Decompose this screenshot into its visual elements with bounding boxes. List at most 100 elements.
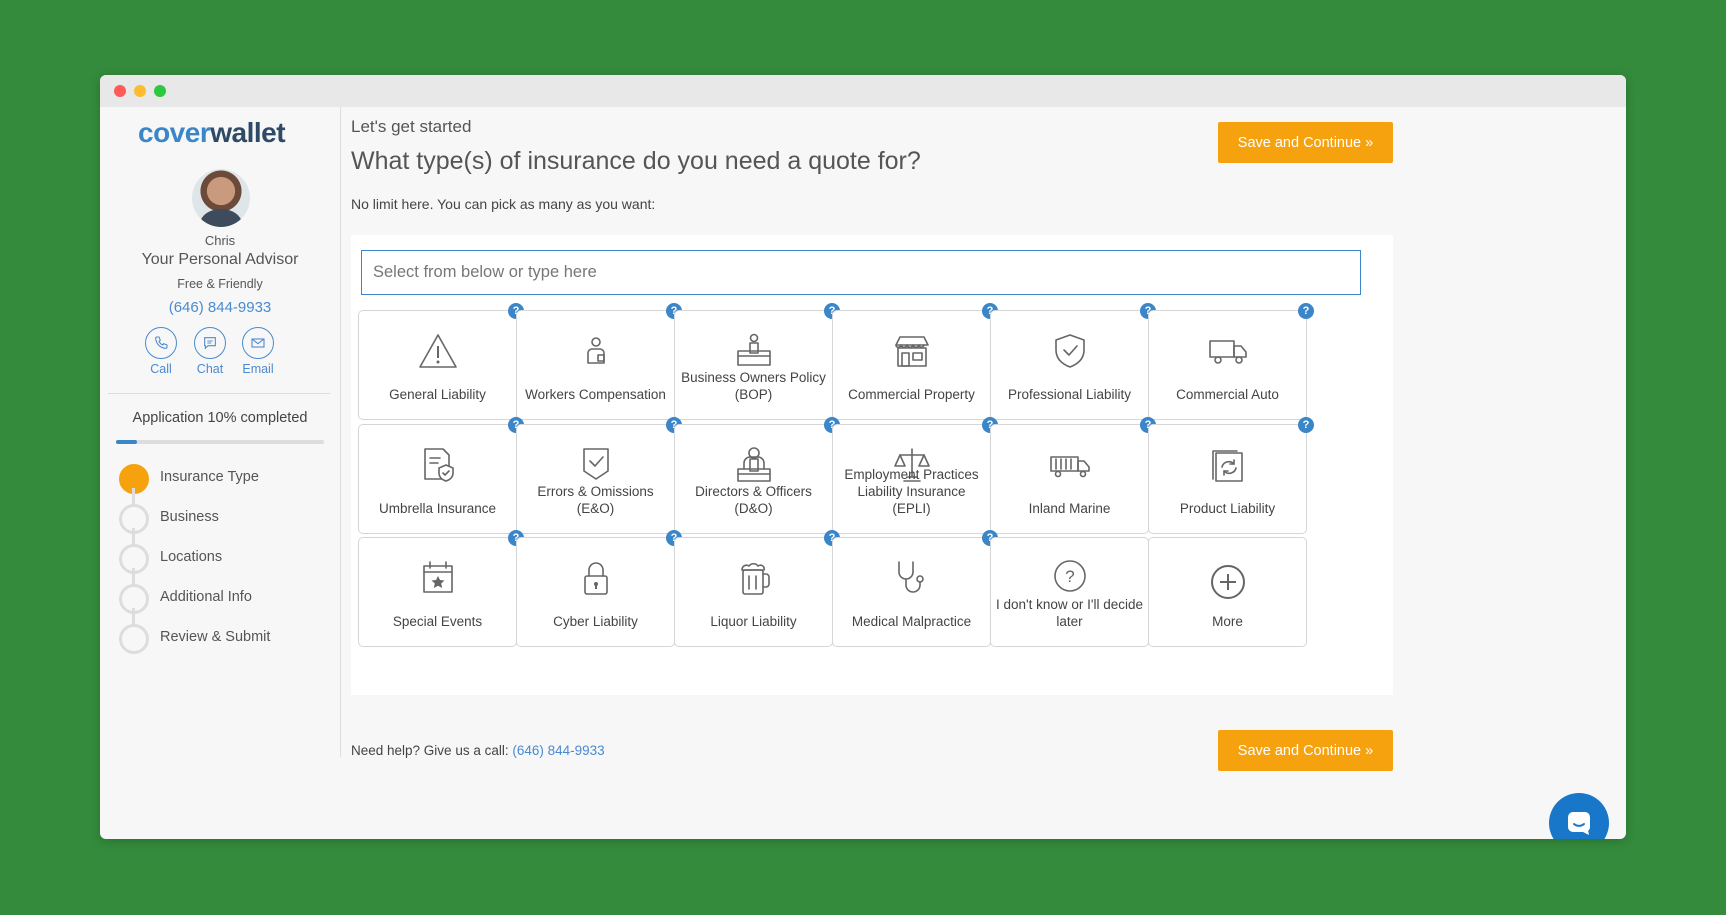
- truck-icon: [1149, 329, 1306, 373]
- warning-icon: [359, 329, 516, 373]
- insurance-option-label: General Liability: [389, 387, 486, 402]
- save-continue-button-top[interactable]: Save and Continue »: [1218, 122, 1393, 163]
- beer-mug-icon: [675, 556, 832, 600]
- sidebar-divider: [108, 393, 330, 394]
- advisor-avatar: [192, 169, 250, 227]
- page-title: What type(s) of insurance do you need a …: [351, 147, 921, 175]
- footer-help-text: Need help? Give us a call:: [351, 743, 513, 758]
- coverwallet-logo[interactable]: coverwallet: [138, 117, 286, 149]
- call-label: Call: [150, 362, 172, 376]
- insurance-option-card[interactable]: Medical Malpractice?: [832, 530, 998, 647]
- phone-icon: [145, 327, 177, 359]
- help-question-icon[interactable]: ?: [1298, 416, 1314, 433]
- insurance-option-label: I don't know or I'll decide later: [996, 597, 1143, 629]
- plus-circle-icon: [1149, 556, 1306, 600]
- logo-part-wallet: wallet: [210, 117, 286, 148]
- insurance-option-label: Employment Practices Liability Insurance…: [844, 466, 979, 516]
- insurance-option-card[interactable]: General Liability?: [358, 303, 524, 420]
- logo-part-cover: cover: [138, 117, 211, 148]
- step-label: Business: [160, 509, 219, 525]
- cargo-truck-icon: [991, 443, 1148, 487]
- advisor-phone-link[interactable]: (646) 844-9933: [100, 299, 340, 316]
- close-window-button[interactable]: [114, 85, 126, 97]
- progress-bar: [116, 440, 324, 444]
- insurance-option-label: Commercial Auto: [1176, 387, 1279, 402]
- business-owner-icon: [675, 329, 832, 373]
- chat-label: Chat: [196, 362, 224, 376]
- main-content: Let's get started What type(s) of insura…: [341, 107, 1393, 771]
- svg-text:?: ?: [1065, 567, 1074, 586]
- shield-check-icon: [991, 329, 1148, 373]
- chat-button[interactable]: Chat: [185, 327, 235, 376]
- badge-check-icon: [517, 443, 674, 487]
- insurance-option-label: Cyber Liability: [553, 614, 638, 629]
- insurance-option-label: Commercial Property: [848, 387, 975, 402]
- minimize-window-button[interactable]: [134, 85, 146, 97]
- insurance-option-label: Business Owners Policy (BOP): [681, 370, 826, 402]
- insurance-option-card[interactable]: Business Owners Policy (BOP)?: [674, 303, 840, 420]
- insurance-option-label: Product Liability: [1179, 500, 1276, 516]
- advisor-tagline: Free & Friendly: [177, 277, 263, 291]
- step-label: Insurance Type: [160, 469, 259, 485]
- insurance-option-card[interactable]: Cyber Liability?: [516, 530, 682, 647]
- page-eyebrow: Let's get started: [351, 117, 472, 136]
- call-button[interactable]: Call: [136, 327, 186, 376]
- browser-window: coverwallet Chris Your Personal Advisor …: [100, 75, 1626, 839]
- insurance-option-card[interactable]: Commercial Property?: [832, 303, 998, 420]
- footer-help: Need help? Give us a call: (646) 844-993…: [351, 743, 605, 758]
- worker-icon: [517, 329, 674, 373]
- lock-icon: [517, 556, 674, 600]
- insurance-option-card[interactable]: More: [1148, 537, 1307, 647]
- email-icon: [242, 327, 274, 359]
- advisor-name: Chris: [204, 233, 236, 248]
- insurance-option-card[interactable]: Employment Practices Liability Insurance…: [832, 416, 998, 534]
- storefront-icon: [833, 329, 990, 373]
- director-icon: [675, 443, 832, 487]
- help-symbol: ?: [1302, 418, 1310, 431]
- insurance-option-card[interactable]: Liquor Liability?: [674, 530, 840, 647]
- email-button[interactable]: Email: [233, 327, 283, 376]
- step-label: Review & Submit: [160, 629, 271, 645]
- chat-bubble-icon: [1568, 812, 1590, 835]
- insurance-option-card[interactable]: Umbrella Insurance?: [358, 416, 524, 534]
- insurance-option-label: Umbrella Insurance: [378, 500, 497, 516]
- email-label: Email: [242, 362, 274, 376]
- help-question-icon[interactable]: ?: [1298, 303, 1314, 319]
- insurance-option-card[interactable]: Product Liability?: [1148, 416, 1314, 534]
- insurance-option-card[interactable]: Directors & Officers (D&O)?: [674, 416, 840, 534]
- insurance-option-card[interactable]: Workers Compensation?: [516, 303, 682, 420]
- question-circle-icon: ?: [991, 556, 1148, 600]
- insurance-option-label: Inland Marine: [1028, 500, 1111, 516]
- insurance-option-card[interactable]: Commercial Auto?: [1148, 303, 1314, 420]
- window-titlebar: [100, 75, 1626, 107]
- insurance-option-label: More: [1212, 614, 1243, 629]
- step-bullet: [119, 624, 149, 654]
- page-subtitle: No limit here. You can pick as many as y…: [351, 196, 656, 212]
- insurance-option-card[interactable]: Errors & Omissions (E&O)?: [516, 416, 682, 534]
- calendar-star-icon: [359, 556, 516, 600]
- save-continue-button-bottom[interactable]: Save and Continue »: [1218, 730, 1393, 771]
- step-label: Locations: [160, 549, 223, 565]
- insurance-option-label: Directors & Officers (D&O): [695, 483, 812, 516]
- chat-icon: [194, 327, 226, 359]
- footer-phone-link[interactable]: (646) 844-9933: [512, 743, 604, 758]
- sidebar: coverwallet Chris Your Personal Advisor …: [100, 107, 341, 757]
- product-box-icon: [1149, 443, 1306, 487]
- progress-bar-fill: [116, 440, 137, 444]
- maximize-window-button[interactable]: [154, 85, 166, 97]
- insurance-option-label: Liquor Liability: [710, 614, 797, 629]
- insurance-option-card[interactable]: ? I don't know or I'll decide later: [990, 537, 1149, 647]
- insurance-search-input[interactable]: [361, 250, 1361, 295]
- insurance-option-label: Medical Malpractice: [851, 614, 972, 629]
- live-chat-button[interactable]: [1549, 793, 1609, 839]
- document-shield-icon: [359, 443, 516, 487]
- insurance-selection-panel: General Liability?Workers Compensation?B…: [351, 235, 1393, 695]
- insurance-option-card[interactable]: Professional Liability?: [990, 303, 1156, 420]
- insurance-option-label: Special Events: [392, 614, 483, 629]
- insurance-option-label: Errors & Omissions (E&O): [537, 483, 654, 516]
- insurance-option-card[interactable]: Inland Marine?: [990, 416, 1156, 534]
- insurance-option-label: Professional Liability: [1007, 387, 1132, 402]
- insurance-option-card[interactable]: Special Events?: [358, 530, 524, 647]
- step-label: Additional Info: [160, 589, 252, 605]
- progress-text: Application 10% completed: [132, 410, 308, 426]
